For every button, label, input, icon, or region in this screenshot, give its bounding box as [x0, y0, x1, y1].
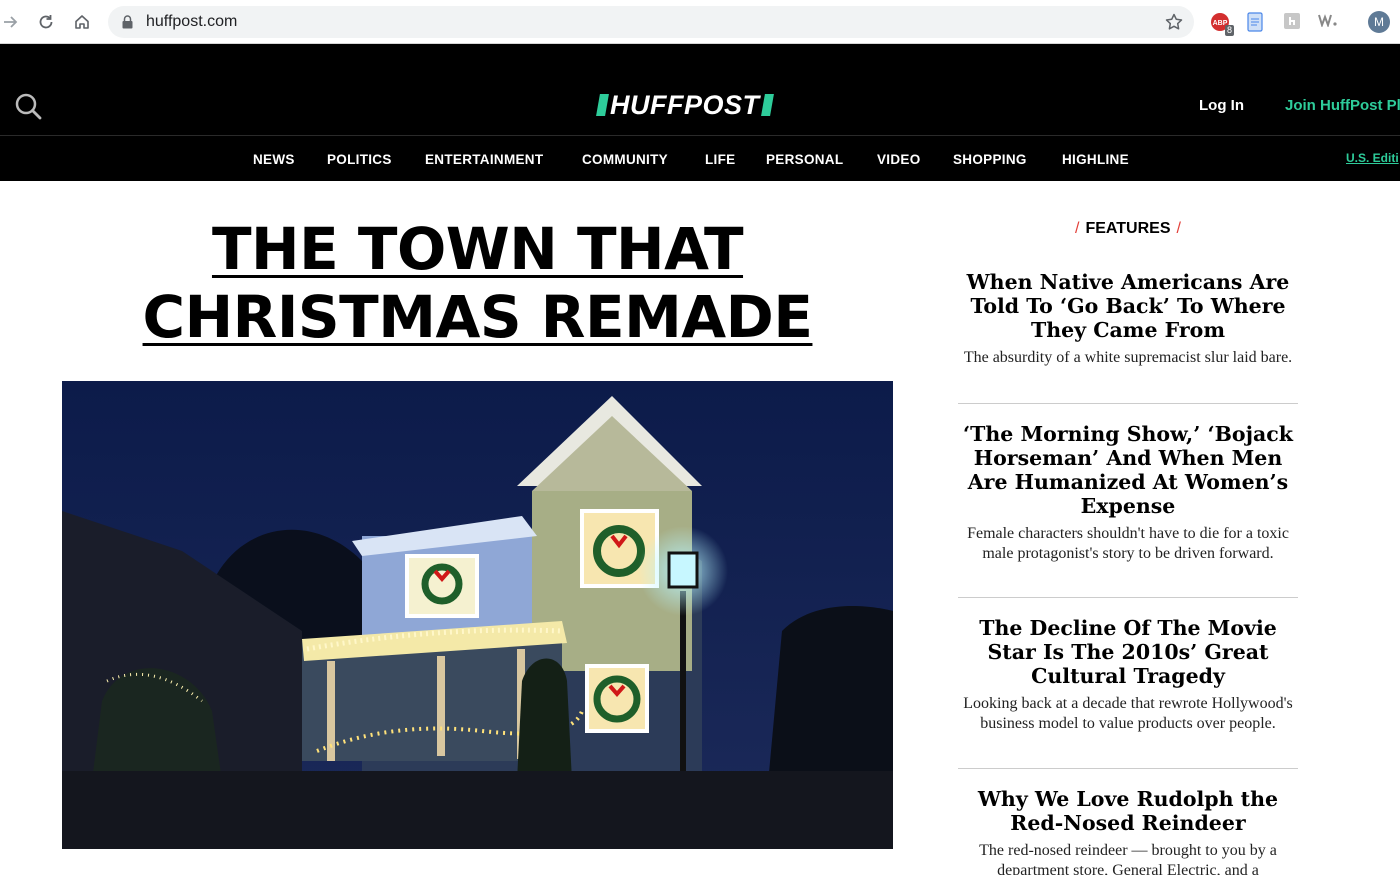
bookmark-star-icon[interactable] [1164, 12, 1184, 37]
feature-title[interactable]: The Decline Of The Movie Star Is The 201… [958, 616, 1298, 688]
feature-description: The red-nosed reindeer — brought to you … [979, 842, 1277, 875]
url-text: huffpost.com [146, 13, 238, 30]
feature-card[interactable]: When Native Americans Are Told To ‘Go Ba… [958, 270, 1298, 368]
lead-image[interactable] [62, 381, 893, 849]
lead-headline[interactable]: THE TOWN THAT CHRISTMAS REMADE [62, 215, 893, 351]
reload-icon[interactable] [35, 11, 57, 33]
adblock-extension-icon[interactable]: ABP 8 [1210, 12, 1234, 36]
nav-item-video[interactable]: VIDEO [877, 152, 921, 167]
feature-title[interactable]: Why We Love Rudolph the Red-Nosed Reinde… [958, 787, 1298, 835]
feature-card[interactable]: ‘The Morning Show,’ ‘Bojack Horseman’ An… [958, 422, 1298, 563]
profile-avatar[interactable]: M [1368, 11, 1390, 33]
edition-link[interactable]: U.S. Editi [1346, 151, 1399, 165]
nav-item-news[interactable]: NEWS [253, 152, 295, 167]
forward-icon[interactable] [0, 11, 22, 33]
headline-line-2[interactable]: CHRISTMAS REMADE [143, 283, 813, 351]
divider [958, 597, 1298, 598]
home-icon[interactable] [71, 11, 93, 33]
nav-item-life[interactable]: LIFE [705, 152, 735, 167]
nav-item-shopping[interactable]: SHOPPING [953, 152, 1027, 167]
lock-icon [122, 15, 133, 34]
divider [958, 768, 1298, 769]
extension-icon[interactable] [1283, 12, 1301, 32]
nav-item-entertainment[interactable]: ENTERTAINMENT [425, 152, 543, 167]
feature-title[interactable]: ‘The Morning Show,’ ‘Bojack Horseman’ An… [958, 422, 1298, 518]
feature-description: Female characters shouldn't have to die … [967, 525, 1289, 562]
address-bar[interactable]: huffpost.com [108, 6, 1194, 38]
nav-item-community[interactable]: COMMUNITY [582, 152, 668, 167]
nav-item-highline[interactable]: HIGHLINE [1062, 152, 1129, 167]
docs-extension-icon[interactable] [1247, 12, 1263, 32]
section-nav: NEWS POLITICS ENTERTAINMENT COMMUNITY LI… [0, 135, 1400, 181]
join-link[interactable]: Join HuffPost Pl [1285, 97, 1400, 114]
browser-toolbar: huffpost.com ABP 8 M [0, 0, 1400, 44]
logo-text: HUFFPOST [610, 90, 760, 120]
divider [958, 403, 1298, 404]
headline-line-1[interactable]: THE TOWN THAT [212, 215, 744, 283]
site-header: HUFFPOST Log In Join HuffPost Pl [0, 44, 1400, 135]
login-link[interactable]: Log In [1199, 97, 1244, 114]
w-extension-icon[interactable] [1318, 13, 1338, 33]
features-heading: / FEATURES / [1075, 220, 1181, 237]
extension-badge: 8 [1224, 25, 1234, 36]
huffpost-logo[interactable]: HUFFPOST [596, 90, 774, 120]
feature-description: Looking back at a decade that rewrote Ho… [963, 695, 1293, 732]
feature-card[interactable]: The Decline Of The Movie Star Is The 201… [958, 616, 1298, 733]
feature-description: The absurdity of a white supremacist slu… [963, 349, 1293, 366]
nav-item-politics[interactable]: POLITICS [327, 152, 392, 167]
nav-item-personal[interactable]: PERSONAL [766, 152, 843, 167]
feature-card[interactable]: Why We Love Rudolph the Red-Nosed Reinde… [958, 787, 1298, 875]
search-icon[interactable] [14, 92, 42, 125]
feature-title[interactable]: When Native Americans Are Told To ‘Go Ba… [958, 270, 1298, 342]
